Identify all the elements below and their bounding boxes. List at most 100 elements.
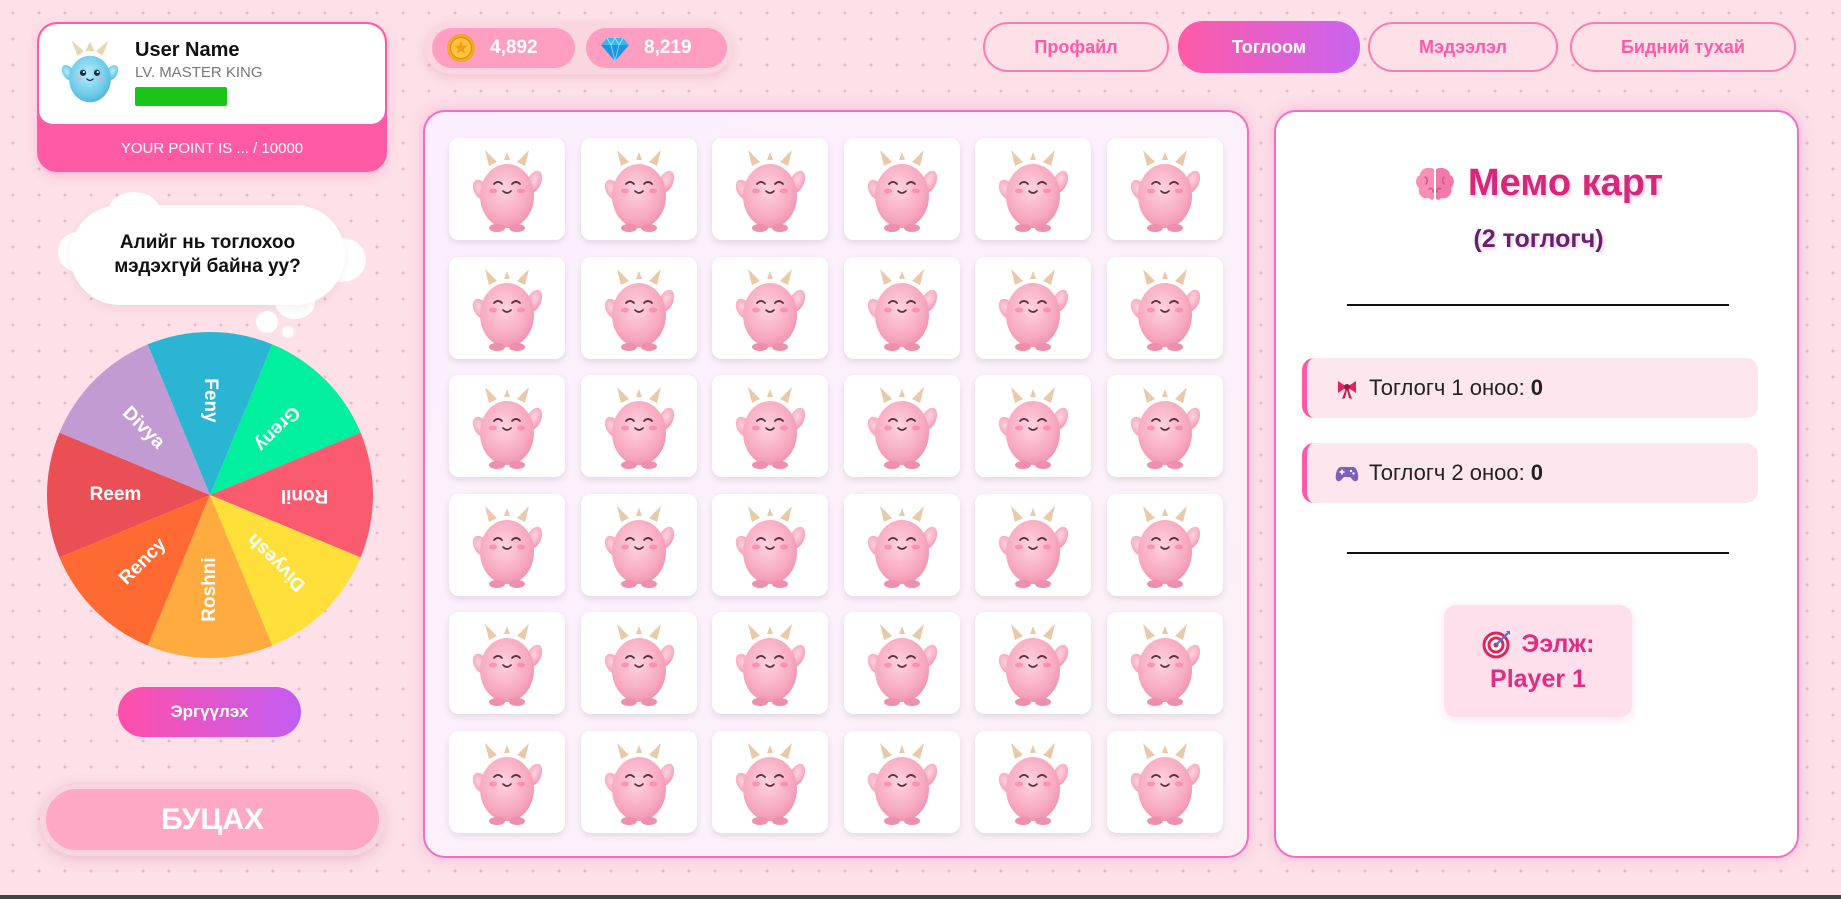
- panel-subtitle: (2 тоглогч): [1473, 225, 1604, 253]
- monster-icon: [1125, 381, 1205, 471]
- profile-header: User Name LV. MASTER KING: [39, 24, 385, 124]
- memory-card[interactable]: [1106, 493, 1223, 596]
- monster-icon: [730, 263, 810, 353]
- profile-name: User Name: [135, 39, 240, 61]
- nav-about[interactable]: Бидний тухай: [1570, 22, 1796, 72]
- memory-card[interactable]: [1106, 730, 1223, 833]
- player1-score: 0: [1530, 375, 1543, 400]
- memory-card[interactable]: [1106, 612, 1223, 714]
- monster-icon: [862, 737, 942, 827]
- memory-card[interactable]: [712, 256, 828, 359]
- coin-count: 4,892: [490, 37, 538, 58]
- memory-card[interactable]: [975, 138, 1091, 240]
- memory-card[interactable]: [449, 375, 565, 477]
- turn-label: Ээлж:: [1521, 629, 1595, 658]
- memory-card[interactable]: [843, 612, 960, 714]
- monster-icon: [862, 263, 942, 353]
- spin-button[interactable]: Эргүүлэх: [118, 687, 301, 737]
- brain-icon: [1416, 167, 1454, 200]
- profile-progress-bar: [135, 87, 227, 106]
- memory-card[interactable]: [580, 138, 697, 240]
- gamepad-icon: [1335, 467, 1359, 482]
- monster-icon: [599, 500, 679, 590]
- monster-icon: [993, 263, 1073, 353]
- player1-score-row: Тоглогч 1 оноо: 0: [1302, 358, 1758, 418]
- gem-count: 8,219: [644, 37, 692, 58]
- memory-card[interactable]: [712, 493, 828, 596]
- profile-level: LV. MASTER KING: [135, 64, 263, 81]
- memory-card[interactable]: [843, 375, 960, 477]
- profile-card[interactable]: User Name LV. MASTER KING YOUR POINT IS …: [37, 22, 387, 172]
- memory-card[interactable]: [975, 256, 1091, 359]
- memory-card[interactable]: [1106, 138, 1223, 240]
- wheel-segment-label: Roshni: [199, 557, 220, 621]
- monster-icon: [862, 500, 942, 590]
- monster-icon: [467, 144, 547, 234]
- memory-card[interactable]: [580, 493, 697, 596]
- avatar: [61, 40, 119, 103]
- monster-icon: [467, 500, 547, 590]
- memory-card[interactable]: [712, 730, 828, 833]
- monster-icon: [730, 737, 810, 827]
- monster-icon: [730, 144, 810, 234]
- memory-card[interactable]: [975, 612, 1091, 714]
- memory-card[interactable]: [580, 375, 697, 477]
- monster-icon: [1125, 618, 1205, 708]
- coin-balance: 4,892: [432, 28, 575, 68]
- spin-wheel[interactable]: FenyGrenyRonilDivyeshRoshniRencyReemDivy…: [45, 330, 375, 660]
- memory-card[interactable]: [712, 375, 828, 477]
- nav-profile[interactable]: Профайл: [983, 22, 1169, 72]
- memory-card[interactable]: [712, 138, 828, 240]
- monster-icon: [862, 618, 942, 708]
- monster-icon: [599, 618, 679, 708]
- monster-icon: [730, 381, 810, 471]
- card-grid: [449, 138, 1223, 833]
- nav-info[interactable]: Мэдээлэл: [1368, 22, 1558, 72]
- memory-card[interactable]: [843, 138, 960, 240]
- turn-indicator: Ээлж: Player 1: [1444, 605, 1632, 717]
- memory-card[interactable]: [712, 612, 828, 714]
- divider: [1347, 304, 1729, 306]
- panel-title-text: Мемо карт: [1467, 162, 1664, 204]
- memory-card[interactable]: [1106, 256, 1223, 359]
- memory-board: [423, 110, 1249, 858]
- turn-player: Player 1: [1490, 665, 1586, 693]
- monster-icon: [862, 381, 942, 471]
- memory-card[interactable]: [449, 138, 565, 240]
- memory-card[interactable]: [449, 256, 565, 359]
- memory-card[interactable]: [843, 730, 960, 833]
- player2-score-row: Тоглогч 2 оноо: 0: [1302, 443, 1758, 503]
- player1-label: Тоглогч 1 оноо:: [1369, 375, 1525, 400]
- thought-bubble-text: Алийг нь тоглохоо мэдэхгүй байна уу?: [70, 205, 345, 305]
- memory-card[interactable]: [975, 493, 1091, 596]
- player2-score: 0: [1530, 460, 1543, 485]
- memory-card[interactable]: [449, 612, 565, 714]
- diamond-icon: [601, 36, 629, 62]
- gem-balance: 8,219: [586, 28, 727, 68]
- wheel-segment-label: Feny: [200, 378, 221, 423]
- monster-icon: [730, 500, 810, 590]
- memory-card[interactable]: [975, 730, 1091, 833]
- currency-bar: 4,892 8,219: [425, 22, 732, 74]
- back-button[interactable]: БУЦАХ: [40, 783, 385, 856]
- memory-card[interactable]: [449, 493, 565, 596]
- memory-card[interactable]: [449, 730, 565, 833]
- wheel-segment-label: Ronil: [281, 485, 329, 506]
- monster-icon: [993, 381, 1073, 471]
- memory-card[interactable]: [1106, 375, 1223, 477]
- monster-icon: [599, 737, 679, 827]
- monster-icon: [862, 144, 942, 234]
- memory-card[interactable]: [843, 256, 960, 359]
- panel-title: Мемо карт: [1276, 162, 1801, 205]
- nav-games[interactable]: Тоглоом: [1178, 21, 1360, 73]
- memory-card[interactable]: [580, 256, 697, 359]
- memory-card[interactable]: [580, 730, 697, 833]
- monster-icon: [1125, 737, 1205, 827]
- memory-card[interactable]: [975, 375, 1091, 477]
- monster-icon: [993, 500, 1073, 590]
- divider: [1347, 552, 1729, 554]
- memory-card[interactable]: [580, 612, 697, 714]
- memory-card[interactable]: [843, 493, 960, 596]
- coin-icon: [447, 34, 475, 62]
- bubble-line-1: Алийг нь тоглохоо: [119, 232, 296, 253]
